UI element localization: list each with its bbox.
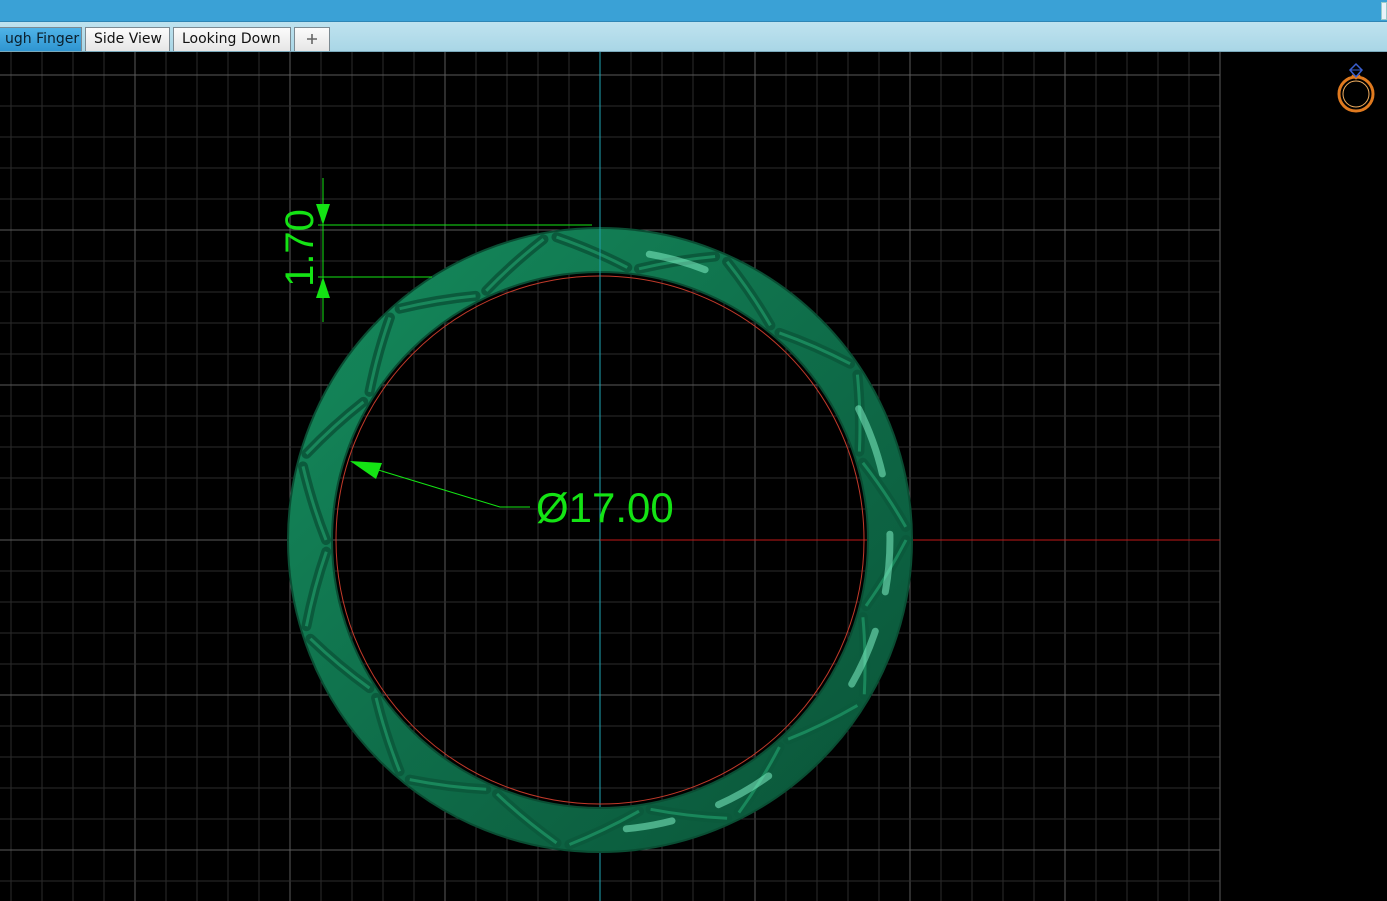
thickness-label: 1.70 bbox=[278, 209, 322, 287]
add-tab-button[interactable] bbox=[294, 27, 330, 51]
grid bbox=[0, 52, 1221, 901]
window-control-button[interactable] bbox=[1381, 2, 1387, 20]
scene-canvas[interactable]: 1.70 Ø17.00 bbox=[0, 52, 1387, 901]
tab-side-view[interactable]: Side View bbox=[85, 27, 170, 51]
diameter-arrowhead bbox=[350, 461, 382, 479]
tab-through-finger[interactable]: ugh Finger bbox=[0, 27, 82, 51]
diameter-label: Ø17.00 bbox=[536, 484, 674, 531]
tab-looking-down[interactable]: Looking Down bbox=[173, 27, 291, 51]
view-tab-bar: ugh Finger Side View Looking Down bbox=[0, 22, 1387, 52]
diameter-dimension[interactable]: Ø17.00 bbox=[350, 461, 674, 531]
ring-icon[interactable] bbox=[1334, 60, 1380, 116]
title-bar bbox=[0, 0, 1387, 22]
ring-highlights bbox=[622, 250, 894, 833]
plus-icon bbox=[307, 34, 317, 44]
3d-viewport[interactable]: 1.70 Ø17.00 bbox=[0, 52, 1387, 901]
